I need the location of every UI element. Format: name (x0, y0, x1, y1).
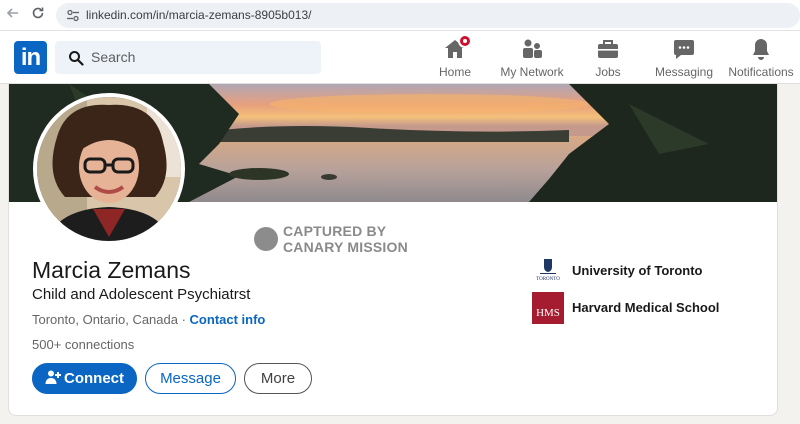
location-separator: · (177, 312, 190, 327)
nav-messaging[interactable]: Messaging (654, 37, 714, 83)
contact-info-link[interactable]: Contact info (190, 312, 266, 327)
nav-notifications[interactable]: Notifications (727, 37, 795, 83)
notification-badge (458, 34, 472, 48)
search-box[interactable] (55, 41, 321, 74)
nav-jobs[interactable]: Jobs (592, 37, 624, 83)
harvard-medical-school-logo: HMS (532, 292, 564, 324)
nav-jobs-label: Jobs (595, 65, 621, 79)
back-arrow-icon[interactable] (4, 6, 22, 24)
profile-headline: Child and Adolescent Psychiatrst (32, 286, 251, 303)
site-settings-icon[interactable] (66, 9, 80, 22)
search-icon (68, 50, 84, 66)
message-button[interactable]: Message (145, 363, 236, 394)
nav-home-label: Home (438, 65, 471, 79)
profile-location: Toronto, Ontario, Canada (32, 312, 178, 327)
address-bar[interactable]: linkedin.com/in/marcia-zemans-8905b013/ (56, 3, 800, 28)
bell-icon (749, 37, 773, 61)
search-input[interactable] (91, 49, 291, 65)
education-name: Harvard Medical School (572, 300, 720, 315)
profile-name: Marcia Zemans (32, 257, 191, 283)
watermark-logo-icon (254, 227, 278, 251)
connect-button[interactable]: Connect (32, 363, 137, 394)
nav-my-network-label: My Network (500, 65, 564, 79)
more-button[interactable]: More (244, 363, 312, 394)
home-icon (443, 34, 472, 61)
browser-toolbar: linkedin.com/in/marcia-zemans-8905b013/ (0, 0, 800, 31)
reload-icon[interactable] (29, 6, 47, 24)
profile-card: CAPTURED BY CANARY MISSION Marcia Zemans… (8, 84, 778, 416)
top-nav-bar: in Home My Network Jobs Messaging (0, 31, 800, 84)
nav-home[interactable]: Home (437, 34, 473, 83)
connections-count[interactable]: 500+ connections (32, 337, 134, 352)
network-icon (520, 37, 544, 61)
connect-button-label: Connect (64, 370, 124, 387)
education-name: University of Toronto (572, 263, 703, 278)
location-row: Toronto, Ontario, Canada · Contact info (32, 312, 265, 327)
briefcase-icon (596, 37, 620, 61)
hms-logo-text: HMS (536, 307, 560, 319)
add-person-icon (45, 366, 61, 395)
nav-messaging-label: Messaging (654, 65, 714, 79)
nav-notifications-label: Notifications (728, 65, 794, 79)
profile-photo[interactable] (33, 93, 185, 245)
university-of-toronto-logo-text: TORONTO (536, 277, 560, 282)
linkedin-logo[interactable]: in (14, 41, 47, 74)
watermark-line-1: CAPTURED BY (283, 223, 387, 239)
watermark-line-2: CANARY MISSION (283, 239, 408, 255)
messaging-icon (672, 37, 696, 61)
url-text[interactable]: linkedin.com/in/marcia-zemans-8905b013/ (86, 8, 311, 22)
nav-my-network[interactable]: My Network (497, 37, 567, 83)
university-of-toronto-logo: TORONTO (532, 255, 564, 287)
